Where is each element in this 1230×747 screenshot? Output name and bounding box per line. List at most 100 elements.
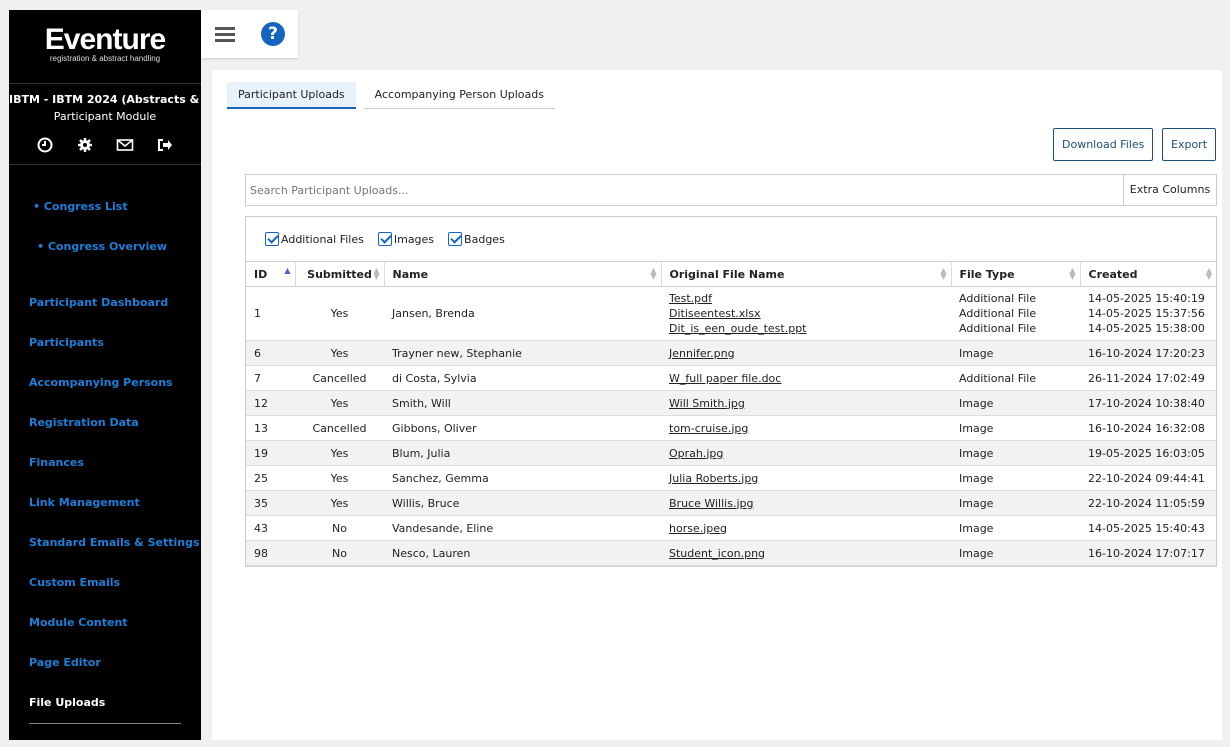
table-row[interactable]: 7 Cancelled di Costa, Sylvia W_full paper f… (246, 365, 1216, 391)
tab-accompanying-person-uploads[interactable]: Accompanying Person Uploads (363, 82, 555, 109)
file-link[interactable]: horse.jpeg (669, 521, 951, 536)
table-row[interactable]: 6 Yes Trayner new, Stephanie Jennifer.png Im… (246, 340, 1216, 366)
file-link[interactable]: Julia Roberts.jpg (669, 471, 951, 486)
sidebar: Eventure registration & abstract handlin… (9, 10, 201, 740)
table-row[interactable]: 1 Yes Jansen, Brenda Test.pdf Ditiseentest.x… (246, 286, 1216, 341)
column-header-created[interactable]: Created ▲ ▼ (1080, 261, 1216, 287)
created-value: 14-05-2025 15:37:56 (1088, 307, 1205, 320)
sidebar-item-link-management[interactable]: Link Management (9, 483, 201, 523)
cell-name: Blum, Julia (384, 440, 661, 466)
logo[interactable]: Eventure registration & abstract handlin… (9, 10, 201, 84)
clock-icon[interactable] (36, 137, 54, 155)
checkbox-checked-icon[interactable] (377, 232, 392, 246)
sidebar-item-module-content[interactable]: Module Content (9, 603, 201, 643)
cell-submitted: Yes (295, 490, 384, 516)
created-value: 22-10-2024 11:05:59 (1088, 496, 1205, 510)
file-link[interactable]: Oprah.jpg (669, 446, 951, 461)
download-files-button[interactable]: Download Files (1053, 128, 1154, 161)
table-row[interactable]: 12 Yes Smith, Will Will Smith.jpg Image 17-10… (246, 390, 1216, 416)
file-link[interactable]: Ditiseentest.xlsx (669, 306, 951, 321)
sidebar-item-congress-overview[interactable]: • Congress Overview (9, 227, 201, 267)
sidebar-item-participants[interactable]: Participants (9, 323, 201, 363)
table-row[interactable]: 35 Yes Willis, Bruce Bruce Willis.jpg Image 2… (246, 490, 1216, 516)
filter-images[interactable]: Images (377, 232, 435, 246)
cell-id: 13 (246, 415, 295, 441)
file-link[interactable]: Student_icon.png (669, 546, 951, 561)
created-value: 16-10-2024 17:20:23 (1088, 346, 1205, 360)
cell-id: 12 (246, 390, 295, 416)
sidebar-item-page-editor[interactable]: Page Editor (9, 643, 201, 683)
cell-name: Jansen, Brenda (384, 286, 661, 341)
filter-additional-files[interactable]: Additional Files (265, 232, 364, 246)
tab-participant-uploads[interactable]: Participant Uploads (227, 82, 356, 109)
sidebar-item-registration-data[interactable]: Registration Data (9, 403, 201, 443)
column-header-name[interactable]: Name ▲ ▼ (384, 261, 662, 287)
filter-label: Badges (464, 232, 505, 246)
filter-row: Additional Files Images Badges (246, 217, 1216, 261)
cell-submitted: Yes (295, 465, 384, 491)
file-link[interactable]: Bruce Willis.jpg (669, 496, 951, 511)
extra-columns-button[interactable]: Extra Columns (1123, 175, 1216, 205)
table-row[interactable]: 19 Yes Blum, Julia Oprah.jpg Image 19-05-2025… (246, 440, 1216, 466)
file-link[interactable]: tom-cruise.jpg (669, 421, 951, 436)
cell-name: Gibbons, Oliver (384, 415, 661, 441)
sidebar-item-congress-list[interactable]: • Congress List (9, 187, 201, 227)
column-header-submitted[interactable]: Submitted ▲ ▼ (295, 261, 385, 287)
cell-created: 16-10-2024 17:20:23 (1080, 340, 1216, 366)
table-row[interactable]: 25 Yes Sanchez, Gemma Julia Roberts.jpg Imag… (246, 465, 1216, 491)
file-type-value: Image (959, 521, 994, 535)
file-type-value: Image (959, 446, 994, 460)
gear-icon[interactable] (76, 137, 94, 155)
cell-file-type: Image (951, 490, 1080, 516)
created-value: 14-05-2025 15:38:00 (1088, 322, 1205, 335)
sidebar-item-file-uploads[interactable]: File Uploads (9, 683, 201, 723)
cell-file-type: Image (951, 340, 1080, 366)
filter-label: Images (393, 232, 435, 246)
menu-button[interactable] (201, 10, 249, 58)
cell-file-name: horse.jpeg (661, 515, 951, 541)
cell-created: 14-05-2025 15:40:43 (1080, 515, 1216, 541)
cell-file-name: Test.pdf Ditiseentest.xlsx Dit_is_een_oude… (661, 286, 951, 341)
file-link[interactable]: W_full paper file.doc (669, 371, 951, 386)
table-row[interactable]: 98 No Nesco, Lauren Student_icon.png Image 16… (246, 540, 1216, 566)
export-button[interactable]: Export (1162, 128, 1217, 161)
file-type-value: Additional File (959, 292, 1037, 305)
created-value: 19-05-2025 16:03:05 (1088, 446, 1205, 460)
logout-icon[interactable] (156, 137, 174, 155)
sidebar-item-participant-dashboard[interactable]: Participant Dashboard (9, 283, 201, 323)
file-link[interactable]: Test.pdf (669, 291, 951, 306)
column-header-id[interactable]: ID ▲ (246, 261, 296, 287)
sort-icon: ▲ ▼ (940, 266, 947, 281)
logo-wordmark: Eventure (44, 23, 166, 56)
table-header-row: ID ▲ Submitted ▲ ▼ Name ▲ ▼ Original File Nam… (246, 261, 1216, 287)
file-type-value: Image (959, 546, 994, 560)
help-button[interactable]: ? (249, 10, 297, 58)
file-link[interactable]: Jennifer.png (669, 346, 951, 361)
cell-name: Vandesande, Eline (384, 515, 661, 541)
cell-name: di Costa, Sylvia (384, 365, 661, 391)
checkbox-checked-icon[interactable] (265, 232, 279, 246)
cell-file-name: W_full paper file.doc (661, 365, 951, 391)
column-header-file-type[interactable]: File Type ▲ ▼ (951, 261, 1081, 287)
table-row[interactable]: 43 No Vandesande, Eline horse.jpeg Image 14-0… (246, 515, 1216, 541)
top-toolbar: ? (201, 10, 298, 58)
file-link[interactable]: Dit_is_een_oude_test.ppt (669, 321, 951, 336)
sidebar-item-finances[interactable]: Finances (9, 443, 201, 483)
sidebar-item-accompanying-persons[interactable]: Accompanying Persons (9, 363, 201, 403)
cell-created: 16-10-2024 17:07:17 (1080, 540, 1216, 566)
column-header-original-file-name[interactable]: Original File Name ▲ ▼ (661, 261, 952, 287)
cell-file-name: Julia Roberts.jpg (661, 465, 951, 491)
mail-icon[interactable] (116, 137, 134, 155)
sidebar-item-custom-emails[interactable]: Custom Emails (9, 563, 201, 603)
file-link[interactable]: Will Smith.jpg (669, 396, 951, 411)
cell-submitted: Cancelled (295, 365, 384, 391)
sidebar-item-standard-emails[interactable]: Standard Emails & Settings (9, 523, 201, 563)
cell-file-name: Oprah.jpg (661, 440, 951, 466)
checkbox-checked-icon[interactable] (448, 232, 463, 246)
filter-badges[interactable]: Badges (448, 232, 505, 246)
table-row[interactable]: 13 Cancelled Gibbons, Oliver tom-cruise.jpg… (246, 415, 1216, 441)
cell-file-type: Image (951, 415, 1080, 441)
search-input[interactable] (246, 175, 1123, 205)
cell-id: 19 (246, 440, 295, 466)
hamburger-icon (215, 24, 235, 45)
